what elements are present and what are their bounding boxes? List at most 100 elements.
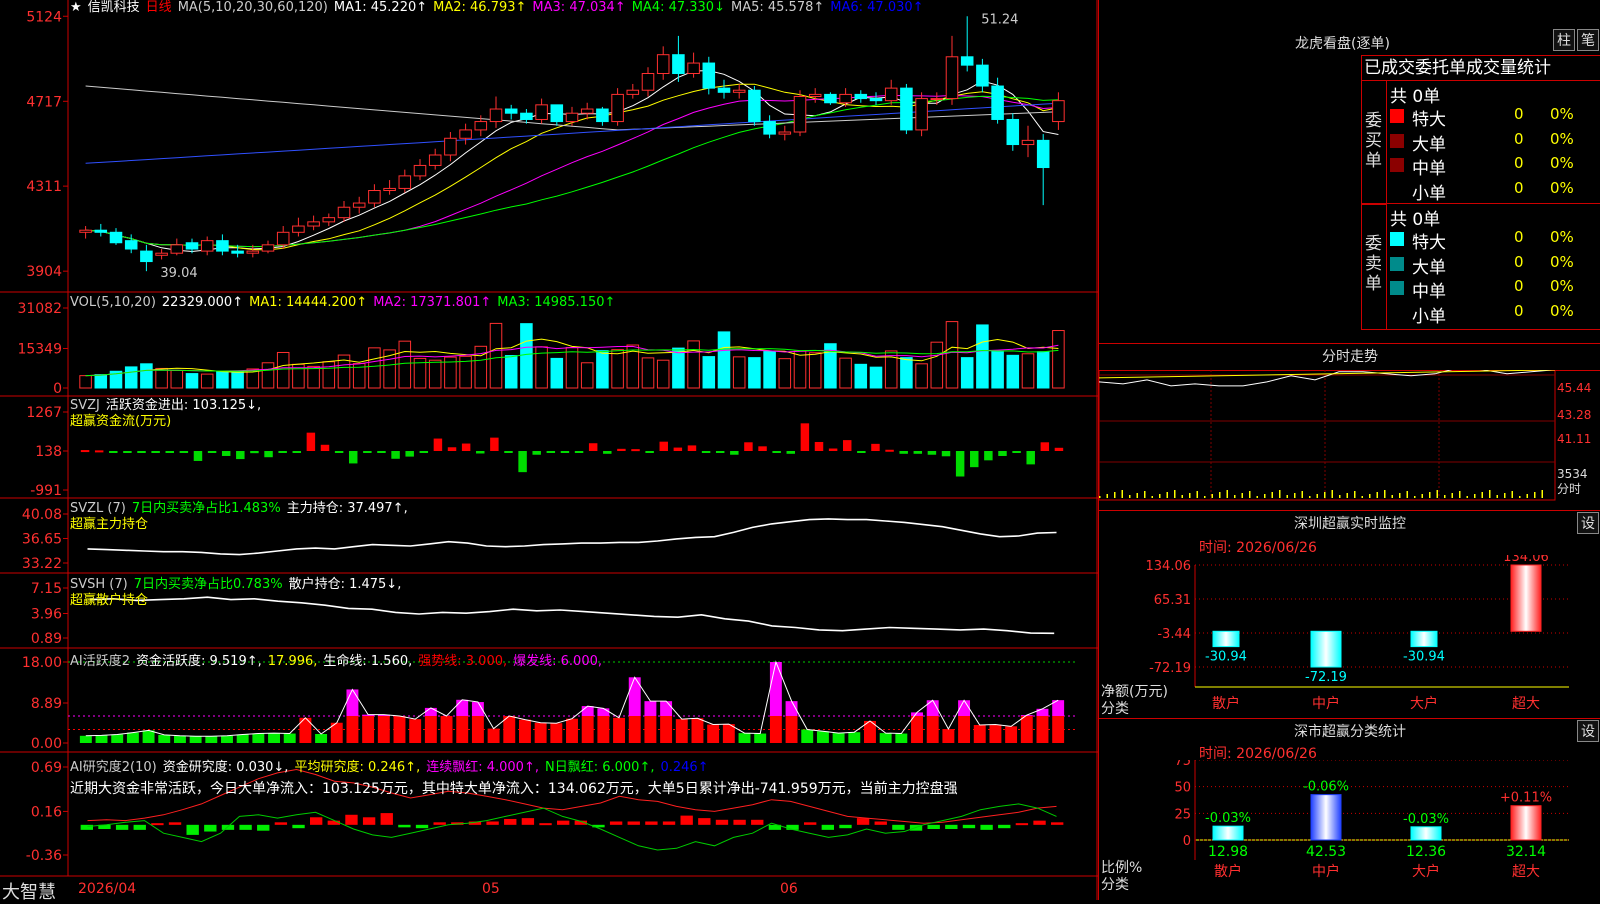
high-note: 51.24	[981, 12, 1018, 27]
svsh-subtitle: 超赢散户持仓	[70, 593, 149, 608]
candle-body	[383, 187, 396, 192]
fs-volume-tick	[1129, 495, 1131, 498]
candle-body	[580, 108, 594, 114]
sz1-category-label: 中户	[1312, 695, 1340, 712]
sz1-settings-button[interactable]: 设	[1577, 512, 1599, 534]
candle-body	[991, 85, 1004, 120]
y-tick-label: 0.16	[31, 804, 62, 820]
fs-volume-tick	[1099, 496, 1101, 498]
fs-volume-tick	[1174, 490, 1176, 498]
activity-bar	[236, 734, 249, 743]
candle-body	[337, 206, 351, 219]
fund-flow-bar	[772, 451, 781, 453]
bar-mode-button[interactable]: 柱	[1553, 29, 1575, 51]
category-label: 小单	[1412, 183, 1446, 204]
fund-flow-bar	[179, 451, 189, 453]
header-item: 7日内买卖净占比0.783%	[133, 577, 283, 592]
lh-subtitle: 已成交委托单成交量统计	[1361, 55, 1600, 81]
research-bar	[274, 822, 288, 825]
header-item: N日飘红: 6.000↑,	[544, 760, 655, 775]
volume-bar	[778, 358, 792, 389]
fs-volume-tick	[1444, 495, 1446, 498]
y-tick-label: 4717	[26, 94, 62, 110]
category-swatch	[1390, 281, 1404, 295]
research-bar	[892, 824, 905, 830]
activity-bar	[550, 723, 563, 743]
category-label: 小单	[1412, 306, 1446, 327]
candle-body	[109, 231, 123, 244]
candle-body	[808, 93, 822, 97]
activity-bar	[848, 732, 861, 743]
y-tick-label: 1267	[26, 405, 62, 421]
activity-bar	[1005, 726, 1018, 743]
candle-body	[216, 240, 229, 252]
y-tick-label: 15349	[17, 341, 62, 357]
research-bar	[415, 824, 429, 829]
stock-name[interactable]: 信凯科技	[88, 0, 140, 15]
brand-label[interactable]: 大智慧	[2, 878, 56, 904]
sell-side-label-box: 委卖单	[1362, 204, 1387, 330]
fs-volume-tick	[1376, 492, 1378, 498]
research-bar	[380, 813, 393, 825]
activity-bar	[205, 736, 218, 743]
research-bar	[804, 822, 817, 825]
volume-bar	[216, 370, 229, 389]
svzj-subtitle: 超赢资金流(万元)	[70, 414, 172, 429]
volume-bar	[140, 363, 153, 389]
fs-title[interactable]: 分时走势	[1099, 343, 1600, 371]
sz2-settings-button[interactable]: 设	[1577, 720, 1599, 742]
header-item: SVZL (7)	[70, 501, 126, 516]
activity-bar-top	[769, 662, 782, 716]
activity-bar	[660, 716, 673, 743]
activity-bar	[487, 728, 500, 743]
activity-bar	[628, 716, 641, 743]
sz1-bar	[1310, 630, 1342, 668]
activity-bar	[126, 732, 139, 743]
candle-body	[261, 244, 275, 252]
fs-volume-tick	[1414, 496, 1416, 498]
fs-volume-tick	[1474, 494, 1476, 498]
period-label[interactable]: 日线	[146, 0, 172, 15]
fs-volume-tick	[1294, 493, 1296, 498]
sell-side-label: 委卖单	[1365, 234, 1382, 294]
candle-body	[960, 56, 974, 66]
lh-table-frame: 委买单 委卖单 共 0单 共 0单 特大 0 0% 大单 0 0% 中单 0 0% 小单 0 0% 特…	[1361, 80, 1600, 330]
volume-bar	[170, 369, 184, 389]
fund-flow-bar	[447, 447, 457, 451]
tick-mode-button[interactable]: 笔	[1577, 29, 1599, 51]
candle-body	[611, 93, 624, 123]
activity-bar-top	[660, 701, 673, 716]
header-item: MA1: 45.220↑	[333, 0, 428, 15]
candle-body	[778, 131, 792, 135]
volume-bar	[596, 350, 609, 389]
y-tick-label: 7.15	[31, 581, 62, 597]
candle-body	[915, 98, 928, 131]
research-bar	[998, 824, 1011, 829]
fund-flow-bar	[320, 444, 330, 451]
volume-bar	[900, 357, 913, 389]
fs-volume-tick	[1466, 496, 1468, 498]
research-bar	[662, 821, 676, 825]
activity-bar	[644, 716, 657, 743]
y-tick-label: 4311	[26, 179, 62, 195]
ai1-header: AI活跃度2 资金活跃度: 9.519↑, 17.996, 生命线: 1.560, 强势…	[70, 654, 608, 670]
fund-flow-bar	[701, 451, 711, 453]
research-bar	[133, 824, 146, 830]
candle-body	[824, 93, 837, 104]
activity-bar	[268, 733, 280, 743]
research-bar	[186, 824, 199, 835]
sz1-y-label: -3.44	[1157, 627, 1191, 642]
activity-bar	[471, 716, 484, 743]
volume-bar	[732, 356, 746, 389]
header-item: 平均研究度: 0.246↑,	[294, 760, 421, 775]
activity-bar	[895, 733, 908, 743]
fs-volume-tick	[1136, 493, 1138, 498]
candle-body	[459, 129, 472, 139]
category-percent: 0%	[1550, 105, 1574, 123]
star-icon[interactable]: ★	[70, 0, 82, 15]
fs-avg-line	[1099, 370, 1556, 379]
category-value: 0	[1514, 178, 1524, 197]
fund-flow-bar	[490, 437, 499, 451]
y-tick-label: 0.00	[31, 736, 62, 752]
fs-volume-tick	[1406, 491, 1408, 498]
